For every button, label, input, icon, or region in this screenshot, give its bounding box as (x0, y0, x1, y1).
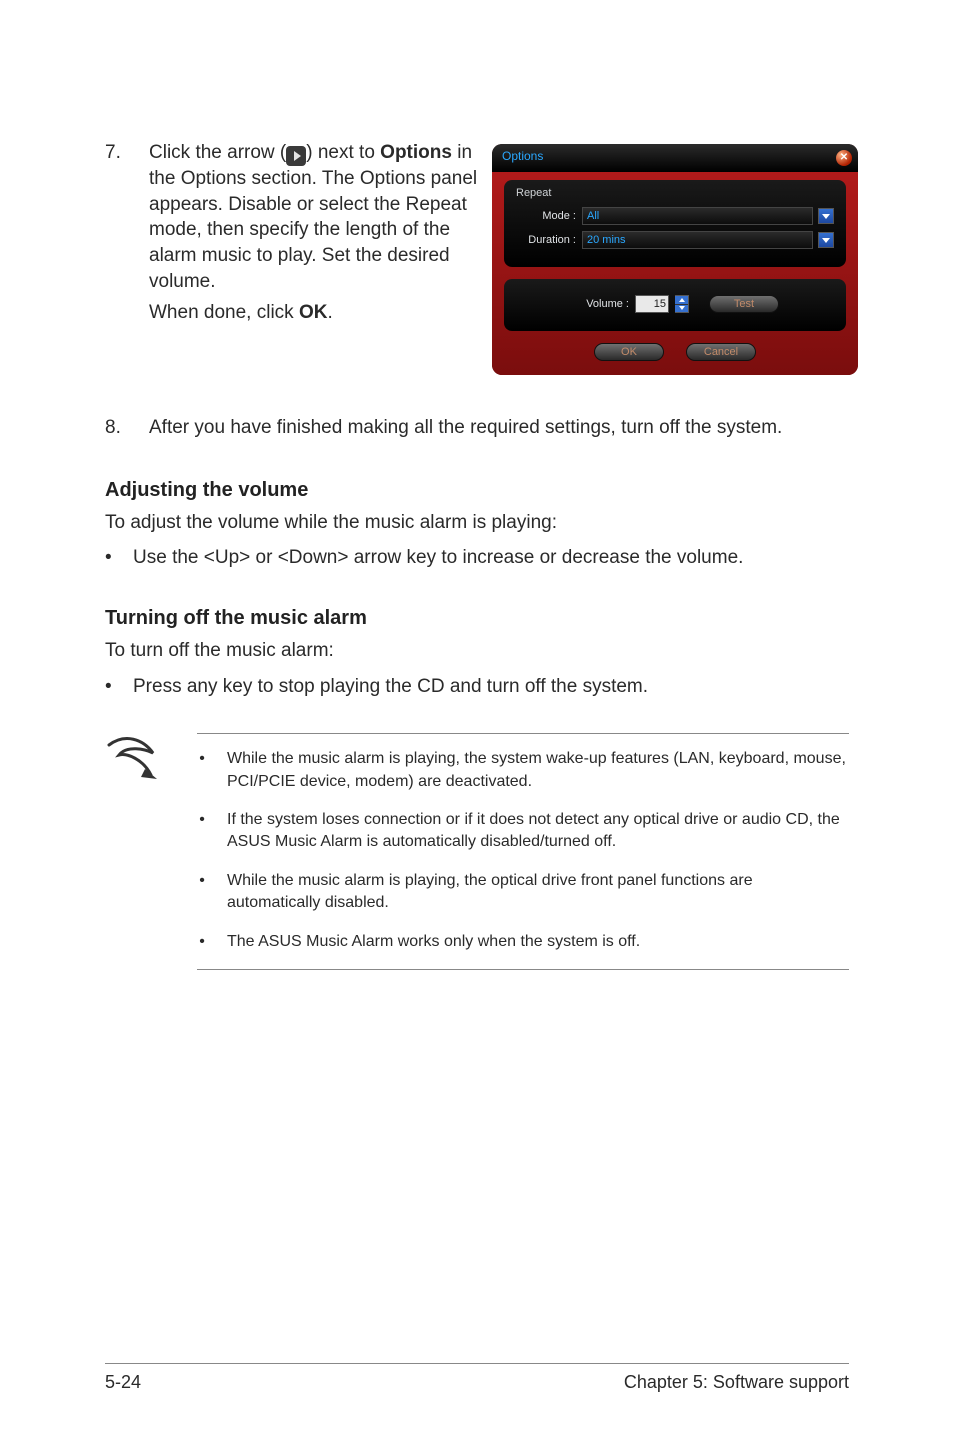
volume-value: 15 (654, 297, 666, 312)
mode-select[interactable]: All (582, 207, 813, 225)
note-body: •While the music alarm is playing, the s… (197, 733, 849, 970)
t1: Click the arrow ( (149, 142, 286, 163)
step-number: 7. (105, 140, 141, 375)
t4: When done, click (149, 302, 299, 323)
note-item: While the music alarm is playing, the sy… (227, 748, 849, 793)
adjust-heading: Adjusting the volume (105, 477, 849, 504)
duration-label: Duration : (518, 233, 576, 248)
note-icon (105, 733, 167, 970)
bullet-dot: • (105, 545, 111, 571)
dropdown-icon[interactable] (818, 232, 834, 248)
arrow-icon (286, 146, 306, 166)
turnoff-para: To turn off the music alarm: (105, 638, 849, 664)
t5: . (327, 302, 332, 323)
step7-text: Click the arrow ( ) next to Options in th… (149, 140, 484, 375)
test-button[interactable]: Test (709, 295, 779, 313)
note-item: If the system loses connection or if it … (227, 809, 849, 854)
note-item: While the music alarm is playing, the op… (227, 870, 849, 915)
duration-value: 20 mins (587, 233, 626, 248)
adjust-para: To adjust the volume while the music ala… (105, 510, 849, 536)
chapter-label: Chapter 5: Software support (624, 1370, 849, 1394)
dropdown-icon[interactable] (818, 208, 834, 224)
duration-select[interactable]: 20 mins (582, 231, 813, 249)
cancel-button[interactable]: Cancel (686, 343, 756, 361)
dialog-title: Options (492, 144, 858, 172)
step8-text: After you have finished making all the r… (149, 415, 782, 441)
options-dialog: Options ✕ Repeat Mode : All Duration : 2… (492, 144, 858, 375)
options-bold: Options (380, 142, 452, 163)
repeat-legend: Repeat (516, 186, 834, 201)
t3: in the Options section. The Options pane… (149, 142, 477, 292)
close-icon[interactable]: ✕ (836, 150, 852, 166)
t2: ) next to (306, 142, 380, 163)
page-number: 5-24 (105, 1370, 141, 1394)
adjust-bullet: Use the <Up> or <Down> arrow key to incr… (133, 545, 743, 571)
mode-value: All (587, 209, 599, 224)
turnoff-heading: Turning off the music alarm (105, 605, 849, 632)
ok-button[interactable]: OK (594, 343, 664, 361)
bullet-dot: • (105, 674, 111, 700)
turnoff-bullet: Press any key to stop playing the CD and… (133, 674, 648, 700)
volume-spin[interactable]: 15 (635, 295, 669, 313)
mode-label: Mode : (518, 209, 576, 224)
step-number: 8. (105, 415, 127, 441)
volume-label: Volume : (573, 297, 629, 312)
spin-buttons[interactable] (675, 295, 689, 313)
ok-bold: OK (299, 302, 328, 323)
note-item: The ASUS Music Alarm works only when the… (227, 931, 640, 953)
